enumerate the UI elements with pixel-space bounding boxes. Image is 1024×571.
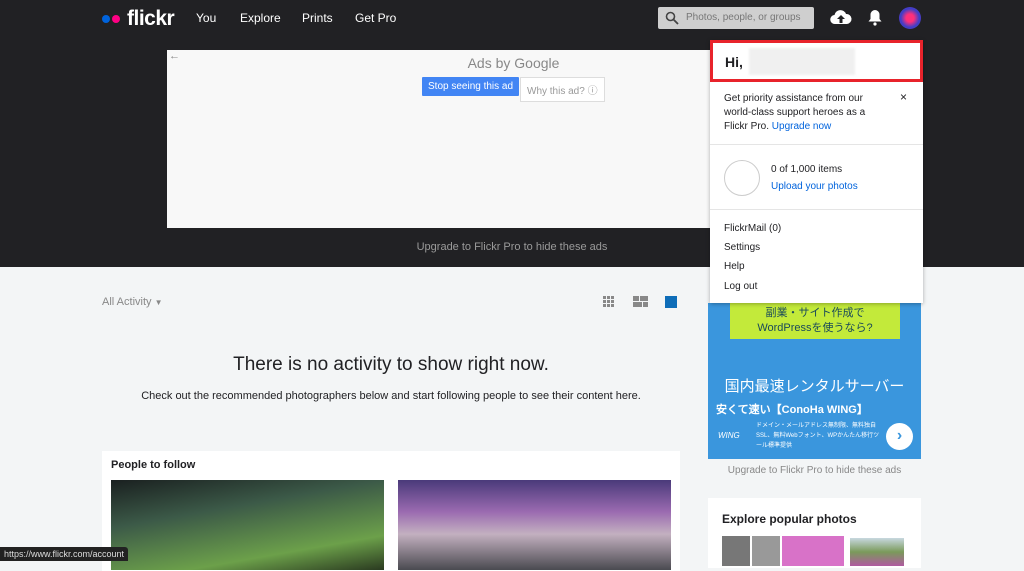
photo-thumbnail[interactable]: [850, 538, 904, 566]
explore-title: Explore popular photos: [722, 512, 857, 526]
people-to-follow-card: People to follow: [102, 451, 680, 571]
ads-by-google: Ads by Google: [467, 55, 560, 71]
ad-banner-green: 副業・サイト作成で WordPressを使うなら?: [730, 303, 900, 339]
pro-promo: Get priority assistance from our world-c…: [724, 92, 884, 134]
nav-get-pro[interactable]: Get Pro: [355, 11, 396, 25]
blue-dot-icon: [102, 15, 110, 23]
large-view-icon[interactable]: [665, 296, 677, 308]
justified-view-icon[interactable]: [633, 296, 648, 307]
activity-filter[interactable]: All Activity ▼: [102, 296, 163, 308]
menu-settings[interactable]: Settings: [724, 242, 760, 253]
upgrade-now-link[interactable]: Upgrade now: [772, 121, 831, 132]
ad-line1: 副業・サイト作成で: [765, 307, 865, 319]
nav-you[interactable]: You: [196, 11, 216, 25]
greeting: Hi,: [725, 54, 743, 70]
ad-sub: 安くて速い【ConoHa WING】: [716, 404, 868, 416]
caret-down-icon: ▼: [154, 298, 163, 307]
greeting-highlight: Hi,: [710, 40, 923, 82]
nav-explore[interactable]: Explore: [240, 11, 281, 25]
menu-log-out[interactable]: Log out: [724, 281, 757, 292]
ad-small-text: ドメイン・メールアドレス無制限、無料独自SSL、無料Webフォント、WPかんたん…: [756, 423, 880, 449]
empty-subtitle: Check out the recommended photographers …: [141, 390, 641, 402]
avatar[interactable]: [899, 7, 921, 29]
side-ad[interactable]: 副業・サイト作成で WordPressを使うなら? 国内最速レンタルサーバー 安く…: [708, 303, 921, 459]
search-input[interactable]: Photos, people, or groups: [658, 7, 814, 29]
photo-thumbnail[interactable]: [722, 536, 750, 566]
divider: [710, 144, 923, 145]
divider: [710, 209, 923, 210]
menu-help[interactable]: Help: [724, 261, 745, 272]
flickr-logo[interactable]: flickr: [102, 7, 175, 31]
bell-icon[interactable]: [868, 9, 882, 26]
photo-thumbnail[interactable]: [782, 536, 844, 566]
ad-headline: 国内最速レンタルサーバー: [724, 378, 905, 395]
photo-thumbnail[interactable]: [752, 536, 780, 566]
explore-card: Explore popular photos: [708, 498, 921, 568]
search-icon: [665, 11, 679, 25]
filter-label: All Activity: [102, 296, 152, 308]
photo-thumbnail[interactable]: [111, 480, 384, 570]
account-menu: Hi, Get priority assistance from our wor…: [710, 40, 923, 303]
nav-prints[interactable]: Prints: [302, 11, 333, 25]
buddy-icon-placeholder[interactable]: [724, 160, 760, 196]
grid-small-view-icon[interactable]: [603, 296, 614, 307]
menu-flickrmail[interactable]: FlickrMail (0): [724, 223, 781, 234]
ad-line2: WordPressを使うなら?: [757, 322, 873, 334]
items-count: 0 of 1,000 items: [771, 164, 843, 175]
chevron-right-icon[interactable]: ›: [886, 423, 913, 450]
search-placeholder: Photos, people, or groups: [686, 12, 801, 23]
upload-icon[interactable]: [830, 9, 852, 25]
status-bar-url: https://www.flickr.com/account: [0, 547, 129, 561]
blurred-username: [749, 48, 855, 75]
upgrade-hide-ads-link-2[interactable]: Upgrade to Flickr Pro to hide these ads: [708, 465, 921, 476]
upload-photos-link[interactable]: Upload your photos: [771, 181, 858, 192]
photo-thumbnail[interactable]: [398, 480, 671, 570]
google-ad: ← Ads by Google Stop seeing this ad Why …: [167, 50, 710, 228]
why-this-ad-button[interactable]: Why this ad? ⓘ: [520, 77, 605, 102]
ad-logo: WING: [718, 431, 740, 440]
people-title: People to follow: [111, 459, 196, 471]
pink-dot-icon: [112, 15, 120, 23]
empty-title: There is no activity to show right now.: [233, 354, 549, 375]
stop-seeing-ad-button[interactable]: Stop seeing this ad: [422, 77, 520, 96]
close-icon[interactable]: ×: [900, 90, 907, 104]
brand-text: flickr: [127, 7, 175, 30]
